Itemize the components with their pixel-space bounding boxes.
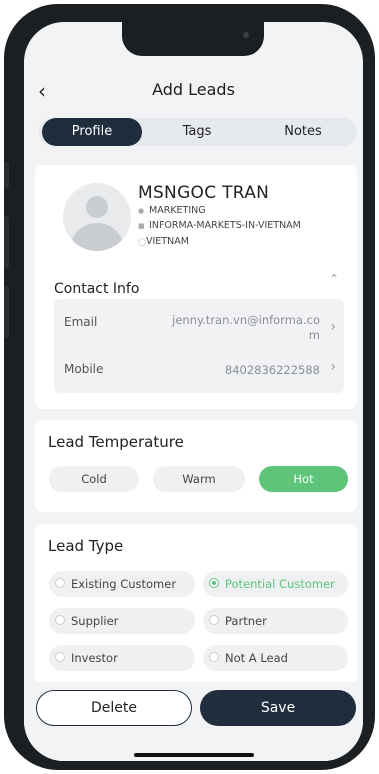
- camera-icon: [243, 32, 249, 38]
- email-label: Email: [64, 315, 98, 329]
- lead-type-card: Lead Type Existing Customer Potential Cu…: [35, 524, 357, 694]
- contact-info-box: Email jenny.tran.vn@informa.co m › Mobil…: [54, 299, 344, 393]
- lead-type-potential-customer[interactable]: Potential Customer: [203, 571, 348, 597]
- page-title: Add Leads: [152, 80, 235, 99]
- department-row: ● MARKETING: [138, 205, 206, 216]
- tab-tags[interactable]: Tags: [145, 118, 249, 146]
- lead-type-partner[interactable]: Partner: [203, 608, 348, 634]
- radio-button: [209, 578, 219, 588]
- lead-type-supplier[interactable]: Supplier: [49, 608, 195, 634]
- chevron-right-icon[interactable]: ›: [330, 359, 336, 375]
- country: VIETNAM: [146, 236, 189, 247]
- home-indicator: [134, 753, 254, 757]
- temperature-card: Lead Temperature Cold Warm Hot: [35, 420, 357, 512]
- save-button[interactable]: Save: [200, 690, 356, 726]
- notch: [122, 22, 264, 56]
- option-label: Partner: [225, 614, 267, 628]
- lead-type-existing-customer[interactable]: Existing Customer: [49, 571, 195, 597]
- radio-button: [55, 578, 65, 588]
- person-icon: ●: [138, 207, 145, 215]
- lead-type-not-a-lead[interactable]: Not A Lead: [203, 645, 348, 671]
- mobile-label: Mobile: [64, 362, 104, 376]
- header: ‹ Add Leads: [24, 74, 363, 108]
- country-row: ◯VIETNAM: [138, 236, 189, 247]
- lead-type-investor[interactable]: Investor: [49, 645, 195, 671]
- contact-info-title: Contact Info: [54, 281, 140, 297]
- option-label: Potential Customer: [225, 577, 335, 591]
- mobile-value[interactable]: 8402836222588: [225, 363, 320, 378]
- radio-button: [209, 652, 219, 662]
- phone-frame: ‹ Add Leads Profile Tags Notes MSNGOC TR…: [4, 4, 375, 770]
- lead-type-title: Lead Type: [48, 537, 124, 555]
- mute-switch: [4, 162, 9, 188]
- globe-icon: ◯: [138, 238, 146, 246]
- radio-button: [55, 652, 65, 662]
- option-label: Investor: [71, 651, 118, 665]
- temperature-title: Lead Temperature: [48, 433, 184, 451]
- email-value[interactable]: jenny.tran.vn@informa.co m: [172, 313, 320, 343]
- radio-button: [55, 615, 65, 625]
- delete-button[interactable]: Delete: [36, 690, 192, 726]
- tab-bar: Profile Tags Notes: [39, 118, 357, 146]
- company-row: ■ INFORMA-MARKETS-IN-VIETNAM: [138, 220, 301, 231]
- volume-down-button: [4, 286, 9, 338]
- option-label: Not A Lead: [225, 651, 288, 665]
- department: MARKETING: [149, 205, 206, 216]
- radio-button: [209, 615, 219, 625]
- avatar: [63, 183, 131, 251]
- option-label: Existing Customer: [71, 577, 177, 591]
- company: INFORMA-MARKETS-IN-VIETNAM: [149, 220, 301, 231]
- option-label: Supplier: [71, 614, 119, 628]
- building-icon: ■: [138, 222, 145, 230]
- action-footer: Delete Save: [24, 682, 363, 761]
- email-value-line2: m: [308, 328, 320, 342]
- temp-warm-button[interactable]: Warm: [153, 466, 245, 492]
- app-screen: ‹ Add Leads Profile Tags Notes MSNGOC TR…: [24, 22, 363, 761]
- chevron-up-icon[interactable]: ⌃: [329, 272, 339, 286]
- profile-card: MSNGOC TRAN ● MARKETING ■ INFORMA-MARKET…: [35, 165, 357, 409]
- temp-hot-button[interactable]: Hot: [259, 466, 348, 492]
- temp-cold-button[interactable]: Cold: [49, 466, 139, 492]
- tab-notes[interactable]: Notes: [251, 118, 355, 146]
- email-value-line1: jenny.tran.vn@informa.co: [172, 313, 320, 327]
- volume-up-button: [4, 216, 9, 268]
- tab-profile[interactable]: Profile: [42, 118, 142, 146]
- lead-name: MSNGOC TRAN: [138, 183, 270, 203]
- chevron-right-icon[interactable]: ›: [330, 319, 336, 335]
